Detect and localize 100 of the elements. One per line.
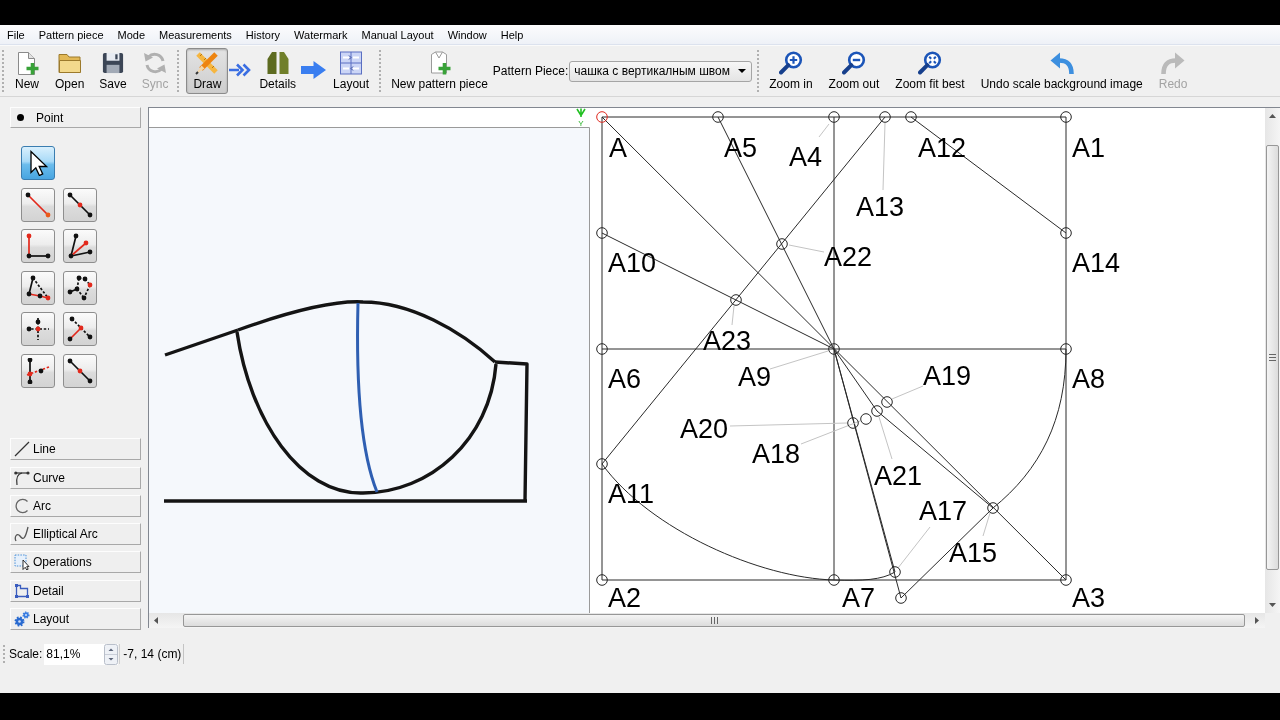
tool-button[interactable] — [63, 312, 97, 347]
toolbar-button[interactable]: Save — [94, 48, 132, 94]
menu-item[interactable]: Help — [493, 25, 531, 44]
toolbar-button[interactable]: Undo scale background image — [975, 48, 1148, 94]
tool-group-button[interactable]: Curve — [10, 466, 141, 489]
curve-icon — [14, 469, 30, 486]
tool-group-button[interactable]: Detail — [10, 579, 141, 602]
toolbar-button[interactable]: New pattern piece — [388, 48, 491, 94]
pattern-piece-dropdown[interactable]: чашка с вертикалным швом — [569, 60, 753, 82]
right-angle-icon — [25, 233, 51, 260]
point-marker-icon — [889, 566, 901, 578]
tool-group-button[interactable]: Operations — [10, 551, 141, 574]
zoom-in-icon — [778, 51, 803, 75]
point-label: A3 — [1072, 583, 1106, 613]
double-arrow-icon — [229, 62, 252, 77]
point-label: A18 — [752, 439, 801, 469]
arrow-down-icon[interactable] — [1269, 603, 1276, 607]
point-marker-icon — [712, 111, 724, 123]
gears-icon — [14, 611, 30, 627]
point-label: A11 — [608, 479, 655, 509]
dotted-square-cursor-icon — [14, 554, 30, 571]
toolbar-button[interactable]: Open — [50, 48, 90, 94]
tool-button[interactable] — [21, 270, 55, 305]
menu-item[interactable]: Window — [440, 25, 494, 44]
toolbar-button[interactable]: Details — [255, 48, 301, 94]
horizontal-scrollbar[interactable] — [149, 613, 1265, 628]
toolbar-button[interactable]: Zoom out — [823, 48, 885, 94]
arrow-left-icon[interactable] — [154, 617, 158, 624]
tool-button[interactable] — [21, 353, 55, 388]
tool-button[interactable] — [63, 229, 97, 264]
point-label: A13 — [856, 192, 905, 222]
menu-item[interactable]: Measurements — [152, 25, 239, 44]
scale-label: Scale: — [9, 647, 43, 661]
scrollbar-thumb[interactable] — [183, 614, 1245, 627]
arrow-right-icon — [301, 60, 327, 79]
arrow-right-icon[interactable] — [1255, 617, 1259, 624]
dotted-polygon-icon — [67, 274, 93, 301]
tool-group-button[interactable]: Layout — [10, 608, 141, 630]
toolbar-button[interactable]: Zoom fit best — [890, 48, 970, 94]
tool-group-button[interactable]: Line — [10, 438, 141, 461]
menu-item[interactable]: Watermark — [287, 25, 355, 44]
tool-group-button[interactable]: Elliptical Arc — [10, 523, 141, 546]
point-label: A8 — [1072, 364, 1106, 394]
scrollbar-thumb[interactable] — [1266, 145, 1279, 570]
point-marker-icon — [596, 227, 608, 239]
point-label: A9 — [738, 362, 772, 392]
spin-arrows-icon[interactable] — [104, 643, 119, 665]
leader-line — [982, 512, 991, 537]
point-marker-icon — [1060, 227, 1072, 239]
scale-spinbox[interactable]: 81,1% — [44, 643, 119, 665]
point-marker-icon — [596, 343, 608, 355]
point-label: A7 — [842, 583, 876, 613]
point-label: A10 — [608, 248, 657, 278]
dashed-line-point-icon — [67, 316, 93, 343]
point-marker-icon — [879, 111, 891, 123]
tool-group-button[interactable]: Point — [10, 107, 141, 128]
menu-item[interactable]: Pattern piece — [31, 25, 111, 44]
point-marker-icon — [828, 343, 840, 355]
menu-item[interactable]: File — [0, 25, 32, 44]
toolbar-button[interactable]: Layout — [329, 48, 374, 94]
leader-line — [882, 122, 886, 191]
tool-button[interactable] — [63, 270, 97, 305]
garment-pieces-icon — [265, 51, 290, 75]
arrow-up-icon[interactable] — [1269, 114, 1276, 118]
point-label: A22 — [824, 242, 873, 272]
line-intersection-icon — [25, 357, 51, 384]
point-label: A15 — [949, 538, 998, 568]
tool-group-button[interactable]: Arc — [10, 494, 141, 517]
tool-button[interactable] — [21, 312, 55, 347]
point-label: A23 — [703, 326, 752, 356]
menu-item[interactable]: Mode — [110, 25, 153, 44]
point-marker-icon — [596, 574, 608, 586]
leader-line — [897, 526, 931, 569]
sync-arrows-icon — [143, 51, 168, 75]
folder-icon — [57, 53, 82, 73]
dot-icon — [17, 114, 24, 121]
point-label: A4 — [789, 142, 823, 172]
point-label: A21 — [874, 461, 923, 491]
tool-button[interactable] — [21, 146, 55, 180]
tool-button[interactable] — [63, 353, 97, 388]
point-marker-icon — [1060, 343, 1072, 355]
point-label: A — [609, 133, 627, 163]
point-label: A20 — [680, 414, 729, 444]
toolbar-button[interactable]: Draw — [186, 48, 229, 94]
layout-sheet-icon — [339, 51, 364, 75]
new-file-icon — [15, 51, 39, 75]
y-axis-icon — [576, 108, 586, 118]
axis-label: Y — [578, 119, 584, 128]
toolbar-button[interactable]: New — [9, 48, 45, 94]
vertical-scrollbar[interactable] — [1265, 108, 1280, 613]
point-label: A2 — [608, 583, 642, 613]
tool-button[interactable] — [63, 187, 97, 222]
point-marker-icon — [596, 458, 608, 470]
tool-button[interactable] — [21, 229, 55, 264]
leader-line — [818, 123, 830, 138]
menu-item[interactable]: Manual Layout — [354, 25, 441, 44]
menu-item[interactable]: History — [238, 25, 288, 44]
toolbar-button[interactable]: Zoom in — [764, 48, 818, 94]
segment-midpoint-icon — [67, 191, 93, 218]
point-marker-icon — [1060, 574, 1072, 586]
